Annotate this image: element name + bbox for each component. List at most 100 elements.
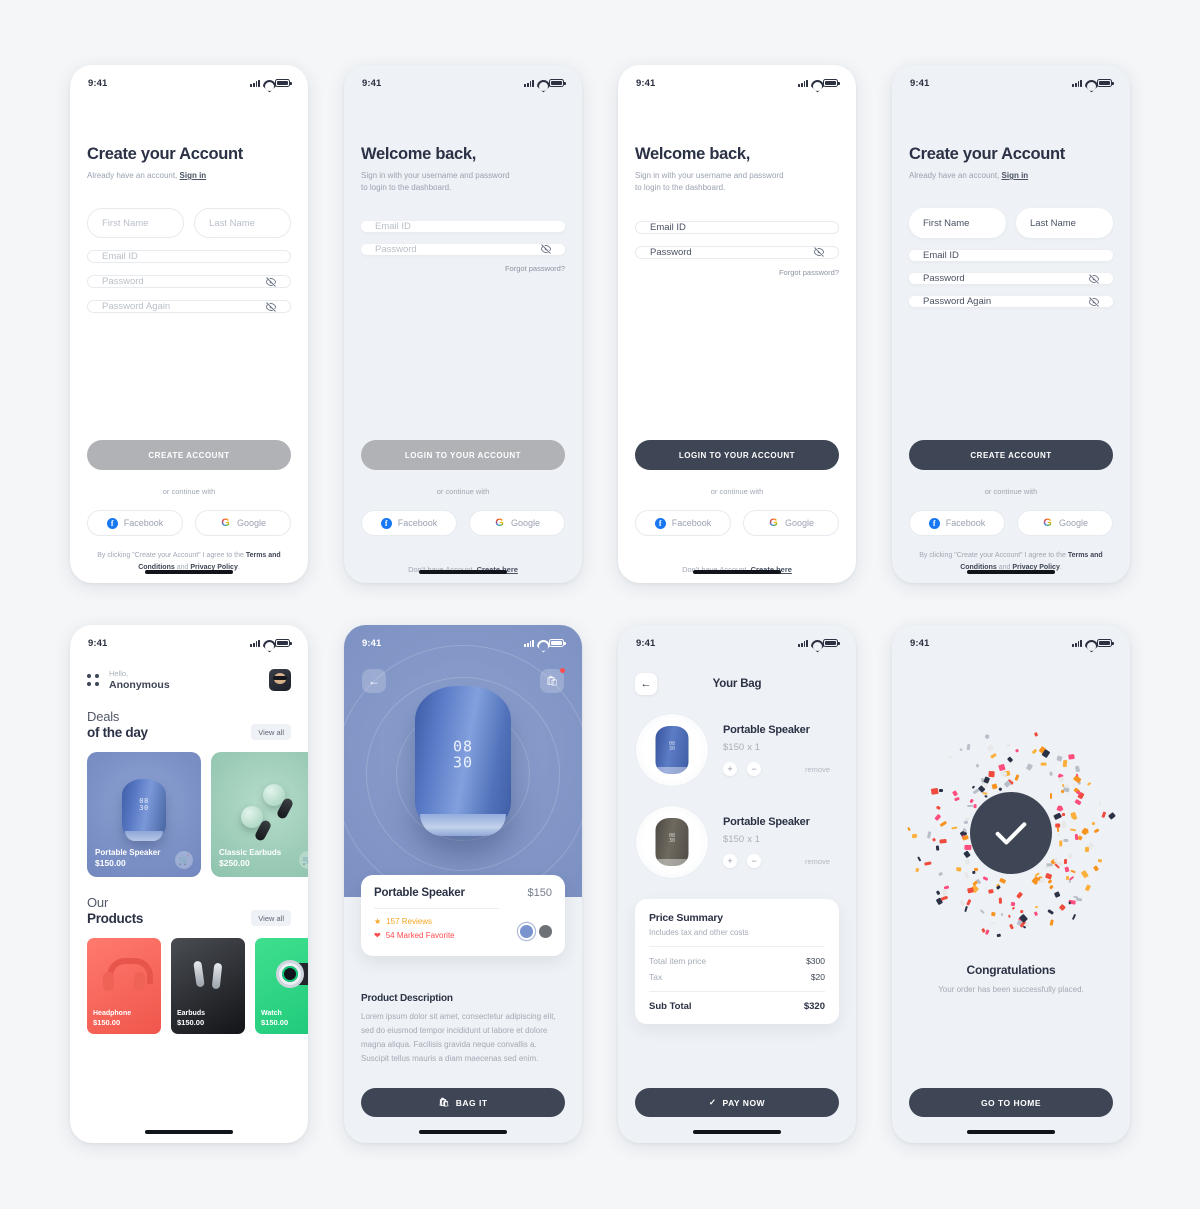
products-view-all-button[interactable]: View all [251, 910, 291, 926]
facebook-icon: f [106, 517, 118, 529]
last-name-input[interactable]: Last Name [1016, 208, 1113, 239]
avatar[interactable] [269, 669, 291, 691]
product-label: Watch $150.00 [261, 1010, 288, 1027]
home-indicator [145, 1130, 233, 1134]
add-to-cart-icon[interactable]: 🛒 [299, 851, 308, 869]
signal-icon [1072, 79, 1082, 87]
products-list[interactable]: Headphone $150.00 Earbuds $150.00 Watch [70, 926, 308, 1034]
headphone-image [103, 958, 153, 994]
check-circle-icon: ✓ [708, 1097, 717, 1107]
eye-off-icon[interactable] [265, 276, 277, 288]
decrease-quantity-button[interactable]: − [747, 762, 761, 776]
login-button[interactable]: LOGIN TO YOUR ACCOUNT [361, 440, 565, 470]
signal-icon [798, 79, 808, 87]
email-input[interactable]: Email ID [635, 220, 839, 234]
product-price: $150.00 [177, 1018, 205, 1027]
pay-now-button[interactable]: ✓ PAY NOW [635, 1088, 839, 1117]
product-price: $150.00 [261, 1018, 289, 1027]
page-title: Welcome back, [635, 145, 751, 163]
eye-off-icon[interactable] [265, 301, 277, 313]
color-swatch-blue[interactable] [520, 924, 533, 938]
products-header: Our Products View all [70, 877, 308, 926]
create-account-button[interactable]: CREATE ACCOUNT [909, 440, 1113, 470]
color-swatches[interactable] [520, 924, 552, 938]
status-icons [1072, 79, 1114, 87]
eye-off-icon[interactable] [813, 246, 825, 258]
summary-subtitle: Includes tax and other costs [649, 928, 749, 937]
screen-home: 9:41 Hello, Anonymous Deals of the day V… [70, 625, 308, 1143]
remove-item-link[interactable]: remove [805, 765, 830, 774]
earbuds-image [191, 959, 225, 993]
password-again-input[interactable]: Password Again [909, 296, 1113, 308]
sign-in-link[interactable]: Sign in [180, 171, 207, 180]
google-button[interactable]: G Google [1017, 510, 1113, 536]
go-to-home-button[interactable]: GO TO HOME [909, 1088, 1113, 1117]
first-name-input[interactable]: First Name [909, 208, 1006, 239]
email-input[interactable]: Email ID [87, 250, 291, 264]
last-name-input[interactable]: Last Name [194, 208, 291, 239]
email-input[interactable]: Email ID [361, 220, 565, 232]
password-input[interactable]: Password [87, 275, 291, 289]
google-button[interactable]: G Google [743, 510, 839, 536]
facebook-button[interactable]: f Facebook [909, 510, 1005, 536]
login-button[interactable]: LOGIN TO YOUR ACCOUNT [635, 440, 839, 470]
status-bar: 9:41 [70, 65, 308, 95]
facebook-button[interactable]: f Facebook [361, 510, 457, 536]
page-title: Create your Account [87, 145, 243, 163]
facebook-button[interactable]: f Facebook [87, 510, 183, 536]
eye-off-icon[interactable] [540, 243, 552, 255]
forgot-password-link[interactable]: Forgot password? [635, 268, 839, 277]
battery-icon [1097, 79, 1114, 87]
add-to-cart-icon[interactable]: 🛒 [175, 851, 193, 869]
product-card[interactable]: Earbuds $150.00 [171, 938, 245, 1034]
google-button[interactable]: G Google [469, 510, 565, 536]
deals-list[interactable]: 08 30 Portable Speaker $150.00 🛒 Classic … [70, 740, 308, 877]
status-time: 9:41 [88, 77, 108, 89]
product-header: Portable Speaker $150 [374, 887, 552, 899]
status-icons [798, 79, 840, 87]
increase-quantity-button[interactable]: + [723, 854, 737, 868]
sign-in-link[interactable]: Sign in [1002, 171, 1029, 180]
first-name-input[interactable]: First Name [87, 208, 184, 239]
password-again-input[interactable]: Password Again [87, 300, 291, 314]
home-content: Hello, Anonymous Deals of the day View a… [70, 655, 308, 1143]
deal-card[interactable]: 08 30 Portable Speaker $150.00 🛒 [87, 752, 201, 877]
decrease-quantity-button[interactable]: − [747, 854, 761, 868]
color-swatch-gray[interactable] [539, 924, 552, 938]
forgot-password-link[interactable]: Forgot password? [361, 264, 565, 273]
menu-grid-icon[interactable] [87, 674, 99, 686]
home-indicator [145, 570, 233, 574]
eye-off-icon[interactable] [1088, 296, 1100, 308]
product-label: Earbuds $150.00 [177, 1010, 205, 1027]
login-subtitle-line1: Sign in with your username and password [635, 171, 784, 180]
deal-card[interactable]: Classic Earbuds $250.00 🛒 [211, 752, 308, 877]
status-bar: 9:41 [618, 65, 856, 95]
back-button[interactable]: ← [362, 669, 386, 693]
speaker-image: 08 30 [655, 726, 689, 774]
eye-off-icon[interactable] [1088, 273, 1100, 285]
item-info: Portable Speaker $150 x 1 + − remove [723, 816, 830, 868]
check-icon [995, 822, 1027, 845]
password-input[interactable]: Password [361, 243, 565, 255]
facebook-button[interactable]: f Facebook [635, 510, 731, 536]
battery-icon [275, 639, 292, 647]
email-input[interactable]: Email ID [909, 250, 1113, 262]
create-account-button[interactable]: CREATE ACCOUNT [87, 440, 291, 470]
bag-button[interactable]: 🛍 [540, 668, 565, 693]
increase-quantity-button[interactable]: + [723, 762, 737, 776]
product-card[interactable]: Watch $150.00 [255, 938, 308, 1034]
deals-view-all-button[interactable]: View all [251, 724, 291, 740]
product-name: Headphone [93, 1010, 132, 1017]
password-input[interactable]: Password [909, 273, 1113, 285]
status-bar: 9:41 [70, 625, 308, 655]
item-name: Portable Speaker [723, 816, 810, 828]
google-button[interactable]: G Google [195, 510, 291, 536]
remove-item-link[interactable]: remove [805, 857, 830, 866]
page-title: Create your Account [909, 145, 1065, 163]
form-fields: Email ID Password [635, 220, 839, 259]
wifi-icon [811, 79, 820, 87]
bag-it-button[interactable]: 🛍 BAG IT [361, 1088, 565, 1117]
password-input[interactable]: Password [635, 245, 839, 259]
product-card[interactable]: Headphone $150.00 [87, 938, 161, 1034]
item-price: $150 [723, 834, 745, 845]
